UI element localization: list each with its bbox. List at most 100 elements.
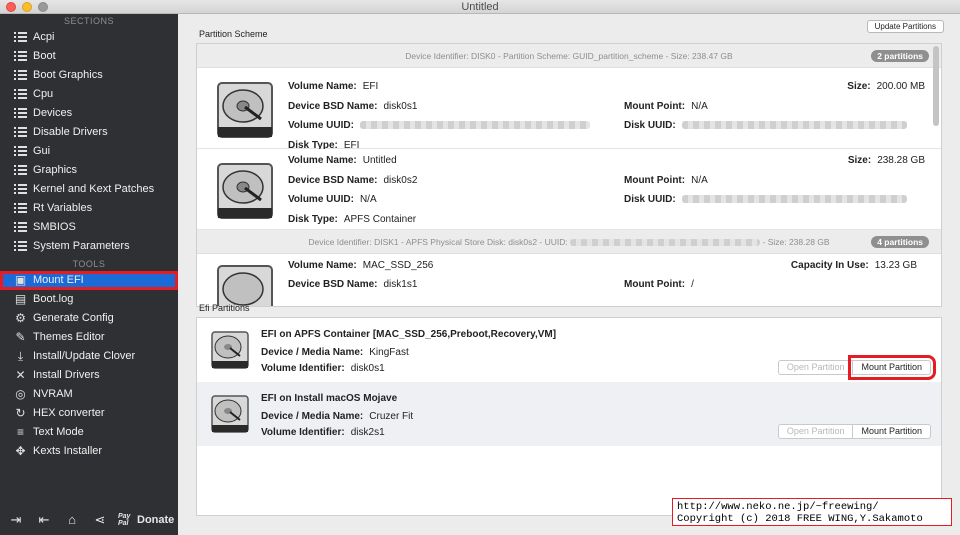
bsd-name-field: Device BSD Name: disk0s1	[288, 101, 418, 112]
bsd-name-field: Device BSD Name: disk0s2	[288, 175, 418, 186]
list-icon	[14, 89, 27, 100]
size-field: Size: 238.28 GB	[847, 155, 925, 166]
mount-partition-button[interactable]: Mount Partition	[853, 424, 931, 439]
tools-heading: TOOLS	[72, 259, 106, 269]
open-partition-button[interactable]: Open Partition	[777, 424, 854, 439]
volume-name-field: Volume Name: EFI	[288, 81, 379, 92]
import-icon[interactable]: ⇥	[6, 512, 26, 528]
hard-drive-icon	[217, 265, 273, 306]
partition-row[interactable]: Volume Name: EFI Device BSD Name: disk0s1 …	[197, 68, 941, 151]
list-icon	[14, 127, 27, 138]
paypal-icon: Pay Pal	[118, 513, 131, 527]
disk0-header-text: Device Identifier: DISK0 - Partition Sch…	[405, 51, 733, 61]
sidebar-item-cpu[interactable]: Cpu	[0, 85, 178, 104]
efi-partitions-list: EFI on APFS Container [MAC_SSD_256,Prebo…	[196, 317, 942, 516]
sidebar-item-boot-log[interactable]: ▤ Boot.log	[0, 290, 178, 309]
update-partitions-button[interactable]: Update Partitions	[866, 20, 944, 33]
hard-drive-icon	[211, 331, 249, 369]
sidebar-item-mount-efi[interactable]: ▣ Mount EFI	[0, 271, 178, 290]
sidebar-item-label: Boot Graphics	[33, 69, 103, 81]
mount-point-field: Mount Point: N/A	[624, 175, 708, 186]
donate-button[interactable]: Pay Pal Donate	[118, 513, 174, 527]
volume-identifier-field: Volume Identifier: disk0s1	[261, 363, 385, 374]
list-icon	[14, 51, 27, 62]
redacted-store-uuid	[570, 239, 761, 247]
media-name-field: Device / Media Name: KingFast	[261, 347, 409, 358]
refresh-icon: ↻	[15, 406, 26, 420]
sidebar-item-system-parameters[interactable]: System Parameters	[0, 237, 178, 256]
download-icon: ⤓	[17, 349, 24, 363]
efi-partition-row: EFI on APFS Container [MAC_SSD_256,Prebo…	[197, 318, 941, 382]
sidebar-item-kernel-and-kext-patches[interactable]: Kernel and Kext Patches	[0, 180, 178, 199]
sidebar-item-label: Graphics	[33, 164, 78, 176]
sidebar-item-graphics[interactable]: Graphics	[0, 161, 178, 180]
partition-scheme-label: Partition Scheme	[199, 29, 268, 39]
sidebar-item-label: Install Drivers	[33, 369, 100, 381]
efi-title: EFI on Install macOS Mojave	[261, 393, 398, 404]
partition-scheme-list[interactable]: Device Identifier: DISK0 - Partition Sch…	[196, 43, 942, 307]
log-icon: ▤	[14, 292, 27, 306]
tools-list: ▣ Mount EFI ▤ Boot.log ⚙ Generate Config ✎ Them…	[0, 271, 178, 461]
bsd-name-field: Device BSD Name: disk1s1	[288, 279, 418, 290]
mount-partition-button[interactable]: Mount Partition	[848, 355, 936, 380]
sidebar-item-generate-config[interactable]: ⚙ Generate Config	[0, 309, 178, 328]
sections-list: Acpi Boot Boot Graphics Cpu Devices Disable D…	[0, 28, 178, 256]
sidebar-item-gui[interactable]: Gui	[0, 142, 178, 161]
puzzle-icon: ✥	[15, 444, 26, 458]
home-icon[interactable]: ⌂	[62, 512, 82, 528]
sidebar-item-smbios[interactable]: SMBIOS	[0, 218, 178, 237]
efi-partitions-label: Efi Partitions	[199, 303, 250, 313]
sidebar-item-rt-variables[interactable]: Rt Variables	[0, 199, 178, 218]
sidebar-item-acpi[interactable]: Acpi	[0, 28, 178, 47]
sidebar-item-nvram[interactable]: ◎ NVRAM	[0, 385, 178, 404]
sidebar-item-text-mode[interactable]: ≡ Text Mode	[0, 423, 178, 442]
disk-type-field: Disk Type: APFS Container	[288, 214, 417, 225]
sidebar-item-boot[interactable]: Boot	[0, 47, 178, 66]
scrollbar[interactable]	[933, 46, 939, 126]
sidebar-item-disable-drivers[interactable]: Disable Drivers	[0, 123, 178, 142]
efi-partition-row: EFI on Install macOS Mojave Device / Med…	[197, 382, 941, 446]
sidebar-item-kexts-installer[interactable]: ✥ Kexts Installer	[0, 442, 178, 461]
chip-icon: ◎	[15, 387, 26, 401]
sidebar-item-label: Themes Editor	[33, 331, 105, 343]
sidebar-item-label: Devices	[33, 107, 73, 119]
sidebar-item-label: Acpi	[33, 31, 55, 43]
disk1-header-text: Device Identifier: DISK1 - APFS Physical…	[308, 237, 568, 247]
sidebar-item-boot-graphics[interactable]: Boot Graphics	[0, 66, 178, 85]
sidebar-item-label: Cpu	[33, 88, 54, 100]
sidebar-item-themes-editor[interactable]: ✎ Themes Editor	[0, 328, 178, 347]
disk0-header: Device Identifier: DISK0 - Partition Sch…	[197, 44, 941, 68]
sidebar-item-devices[interactable]: Devices	[0, 104, 178, 123]
text-icon: ≡	[16, 425, 24, 439]
list-icon	[14, 146, 27, 157]
sidebar-item-label: HEX converter	[33, 407, 105, 419]
share-icon[interactable]: ⋖	[90, 512, 110, 528]
sidebar-item-install-drivers[interactable]: ✕ Install Drivers	[0, 366, 178, 385]
open-partition-button[interactable]: Open Partition	[777, 360, 854, 375]
sidebar-item-label: Boot	[33, 50, 56, 62]
partition-row[interactable]: Volume Name: MAC_SSD_256 Device BSD Name:…	[197, 254, 941, 306]
list-icon	[14, 203, 27, 214]
sidebar-item-label: SMBIOS	[33, 221, 76, 233]
gear-icon: ⚙	[15, 311, 26, 325]
sidebar-item-label: Generate Config	[33, 312, 114, 324]
volume-name-field: Volume Name: Untitled	[288, 155, 397, 166]
sidebar-item-hex-converter[interactable]: ↻ HEX converter	[0, 404, 178, 423]
efi-action-buttons: Open Partition Mount Partition	[777, 355, 936, 380]
list-icon	[14, 184, 27, 195]
media-name-field: Device / Media Name: Cruzer Fit	[261, 411, 414, 422]
sidebar-item-label: Text Mode	[33, 426, 84, 438]
partition-row[interactable]: Volume Name: Untitled Device BSD Name: dis…	[197, 149, 941, 230]
disk-icon: ▣	[14, 273, 27, 287]
title-bar: Untitled	[0, 0, 960, 14]
sidebar-item-install-update-clover[interactable]: ⤓ Install/Update Clover	[0, 347, 178, 366]
list-icon	[14, 222, 27, 233]
main-panel: Update Partitions Partition Scheme Devic…	[178, 14, 960, 535]
disk-uuid-field: Disk UUID:	[624, 120, 907, 131]
sidebar-footer: ⇥ ⇤ ⌂ ⋖ Pay Pal Donate	[0, 505, 178, 535]
redacted-uuid	[359, 121, 590, 130]
export-icon[interactable]: ⇤	[34, 512, 54, 528]
redacted-disk-uuid	[681, 195, 907, 204]
list-icon	[14, 70, 27, 81]
sidebar-item-label: Kexts Installer	[33, 445, 103, 457]
